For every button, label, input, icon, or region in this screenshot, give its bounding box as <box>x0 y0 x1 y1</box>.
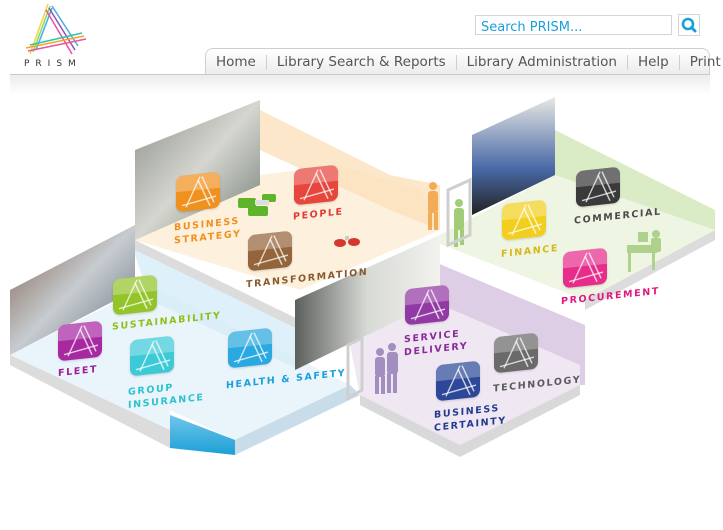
fleet-tile[interactable] <box>58 320 102 362</box>
prism-triangle-icon <box>410 289 446 321</box>
search-icon <box>681 17 697 33</box>
prism-triangle-icon <box>299 169 335 201</box>
finance-tile[interactable] <box>502 199 546 241</box>
group-insurance-tile[interactable] <box>130 335 174 377</box>
nav-print[interactable]: Print <box>680 54 723 70</box>
nav-home[interactable]: Home <box>206 54 267 70</box>
business-strategy-tile[interactable] <box>176 171 220 213</box>
people-tile[interactable] <box>294 164 338 206</box>
prism-triangle-icon <box>118 279 154 311</box>
nav-shadow <box>10 75 710 95</box>
service-delivery-tile[interactable] <box>405 284 449 326</box>
search-input[interactable] <box>476 18 671 37</box>
nav-help[interactable]: Help <box>628 54 680 70</box>
prism-triangle-icon <box>499 337 535 369</box>
nav-library-administration[interactable]: Library Administration <box>457 54 628 70</box>
transformation-tile[interactable] <box>248 230 292 272</box>
procurement-tile[interactable] <box>563 247 607 289</box>
service-map: BUSINESS STRATEGY PEOPLE TRANSFORMATION F… <box>0 95 723 465</box>
floorplan-graphic <box>10 97 715 457</box>
prism-triangle-icon <box>441 365 477 397</box>
sustainability-tile[interactable] <box>113 274 157 316</box>
prism-triangle-icon <box>253 235 289 267</box>
prism-triangle-icon <box>507 204 543 236</box>
logo-wordmark: PRISM <box>24 59 82 69</box>
health-safety-tile[interactable] <box>228 327 272 369</box>
main-nav: Home Library Search & Reports Library Ad… <box>205 48 721 75</box>
prism-triangle-icon <box>181 176 217 208</box>
prism-triangle-icon <box>581 171 617 203</box>
search-button[interactable] <box>678 14 700 36</box>
prism-triangle-icon <box>233 332 269 364</box>
prism-triangle-icon <box>135 340 171 372</box>
search-field[interactable] <box>475 15 672 37</box>
business-certainty-tile[interactable] <box>436 360 480 402</box>
nav-library-search-reports[interactable]: Library Search & Reports <box>267 54 457 70</box>
technology-tile[interactable] <box>494 332 538 374</box>
prism-triangle-icon <box>568 252 604 284</box>
prism-triangle-icon <box>63 325 99 357</box>
commercial-tile[interactable] <box>576 166 620 208</box>
